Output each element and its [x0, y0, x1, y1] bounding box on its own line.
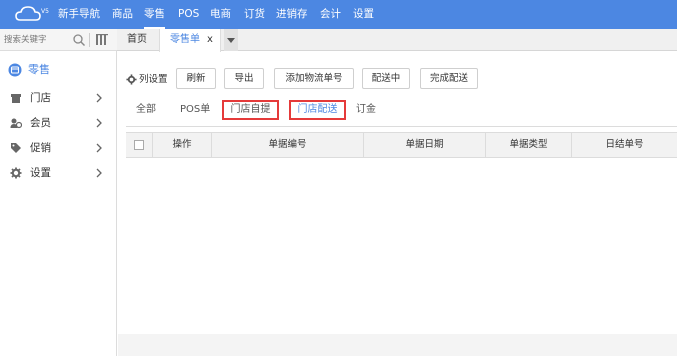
chevron-right-icon [96, 93, 102, 103]
tag-icon [11, 143, 21, 153]
store-icon [11, 94, 21, 103]
sidebar: 零售 门店 会员 促销 [0, 29, 117, 356]
column-header-doc-number[interactable]: 单据编号 [212, 133, 364, 157]
sidebar-item-label: 会员 [30, 117, 51, 129]
close-icon[interactable]: x [207, 29, 213, 51]
divider [126, 126, 677, 127]
version-mark: V5 [41, 8, 49, 15]
caret-down-icon [227, 38, 235, 43]
sidebar-item-store[interactable]: 门店 [8, 89, 108, 107]
column-settings-label: 列设置 [139, 74, 168, 85]
sidebar-item-label: 门店 [30, 92, 51, 104]
nav-item-guide[interactable]: 新手导航 [58, 0, 100, 29]
nav-item-goods[interactable]: 商品 [112, 0, 133, 29]
select-all-checkbox[interactable] [134, 140, 144, 150]
nav-item-retail[interactable]: 零售 [144, 0, 165, 29]
retail-icon [8, 63, 22, 77]
column-list-icon[interactable] [95, 33, 109, 47]
module-title: 零售 [8, 61, 50, 79]
nav-item-accounting[interactable]: 会计 [320, 0, 341, 29]
nav-item-ecommerce[interactable]: 电商 [210, 0, 231, 29]
module-title-label: 零售 [28, 63, 50, 76]
select-all-cell [126, 133, 153, 157]
column-header-doc-type[interactable]: 单据类型 [486, 133, 572, 157]
sidebar-search [0, 29, 117, 51]
subtab-all[interactable]: 全部 [136, 100, 156, 120]
tab-bar: 首页 零售单 x [117, 29, 677, 52]
member-icon [10, 118, 22, 129]
gear-icon [126, 74, 137, 85]
tab-label: 零售单 [170, 34, 200, 45]
tab-menu-button[interactable] [224, 29, 238, 51]
add-tracking-number-button[interactable]: 添加物流单号 [274, 68, 354, 89]
complete-delivery-button[interactable]: 完成配送 [420, 68, 478, 89]
sidebar-item-settings[interactable]: 设置 [8, 164, 108, 182]
export-button[interactable]: 导出 [224, 68, 264, 89]
sidebar-item-label: 促销 [30, 142, 51, 154]
in-delivery-button[interactable]: 配送中 [362, 68, 410, 89]
column-settings[interactable]: 列设置 [126, 72, 168, 88]
main-content: 列设置 刷新 导出 添加物流单号 配送中 完成配送 全部 POS单 门店自提 门… [118, 52, 677, 356]
chevron-right-icon [96, 118, 102, 128]
nav-item-inventory[interactable]: 进销存 [276, 0, 308, 29]
tab-home[interactable]: 首页 [127, 29, 147, 51]
sidebar-item-label: 设置 [30, 167, 51, 179]
bottom-bar [118, 334, 677, 356]
nav-item-ordering[interactable]: 订货 [244, 0, 265, 29]
cloud-logo-icon[interactable]: V5 [14, 4, 50, 24]
nav-item-settings[interactable]: 设置 [353, 0, 374, 29]
sidebar-item-member[interactable]: 会员 [8, 114, 108, 132]
subtab-pos[interactable]: POS单 [180, 100, 210, 120]
subtab-store-delivery[interactable]: 门店配送 [289, 100, 346, 120]
gear-icon [10, 167, 22, 179]
top-nav: V5 新手导航 商品 零售 POS 电商 订货 进销存 会计 设置 [0, 0, 677, 29]
subtab-store-pickup[interactable]: 门店自提 [222, 100, 279, 120]
column-header-settlement-number[interactable]: 日结单号 [572, 133, 677, 157]
divider [89, 33, 90, 47]
sidebar-item-promotion[interactable]: 促销 [8, 139, 108, 157]
chevron-right-icon [96, 143, 102, 153]
nav-item-pos[interactable]: POS [178, 0, 199, 29]
column-header-doc-date[interactable]: 单据日期 [364, 133, 486, 157]
subtab-deposit[interactable]: 订金 [356, 100, 376, 120]
search-icon[interactable] [72, 33, 86, 47]
chevron-right-icon [96, 168, 102, 178]
table-header: 操作 单据编号 单据日期 单据类型 日结单号 [126, 132, 677, 158]
search-input[interactable] [4, 32, 68, 48]
tab-retail-orders[interactable]: 零售单 x [159, 29, 221, 52]
column-header-action: 操作 [153, 133, 212, 157]
refresh-button[interactable]: 刷新 [176, 68, 216, 89]
